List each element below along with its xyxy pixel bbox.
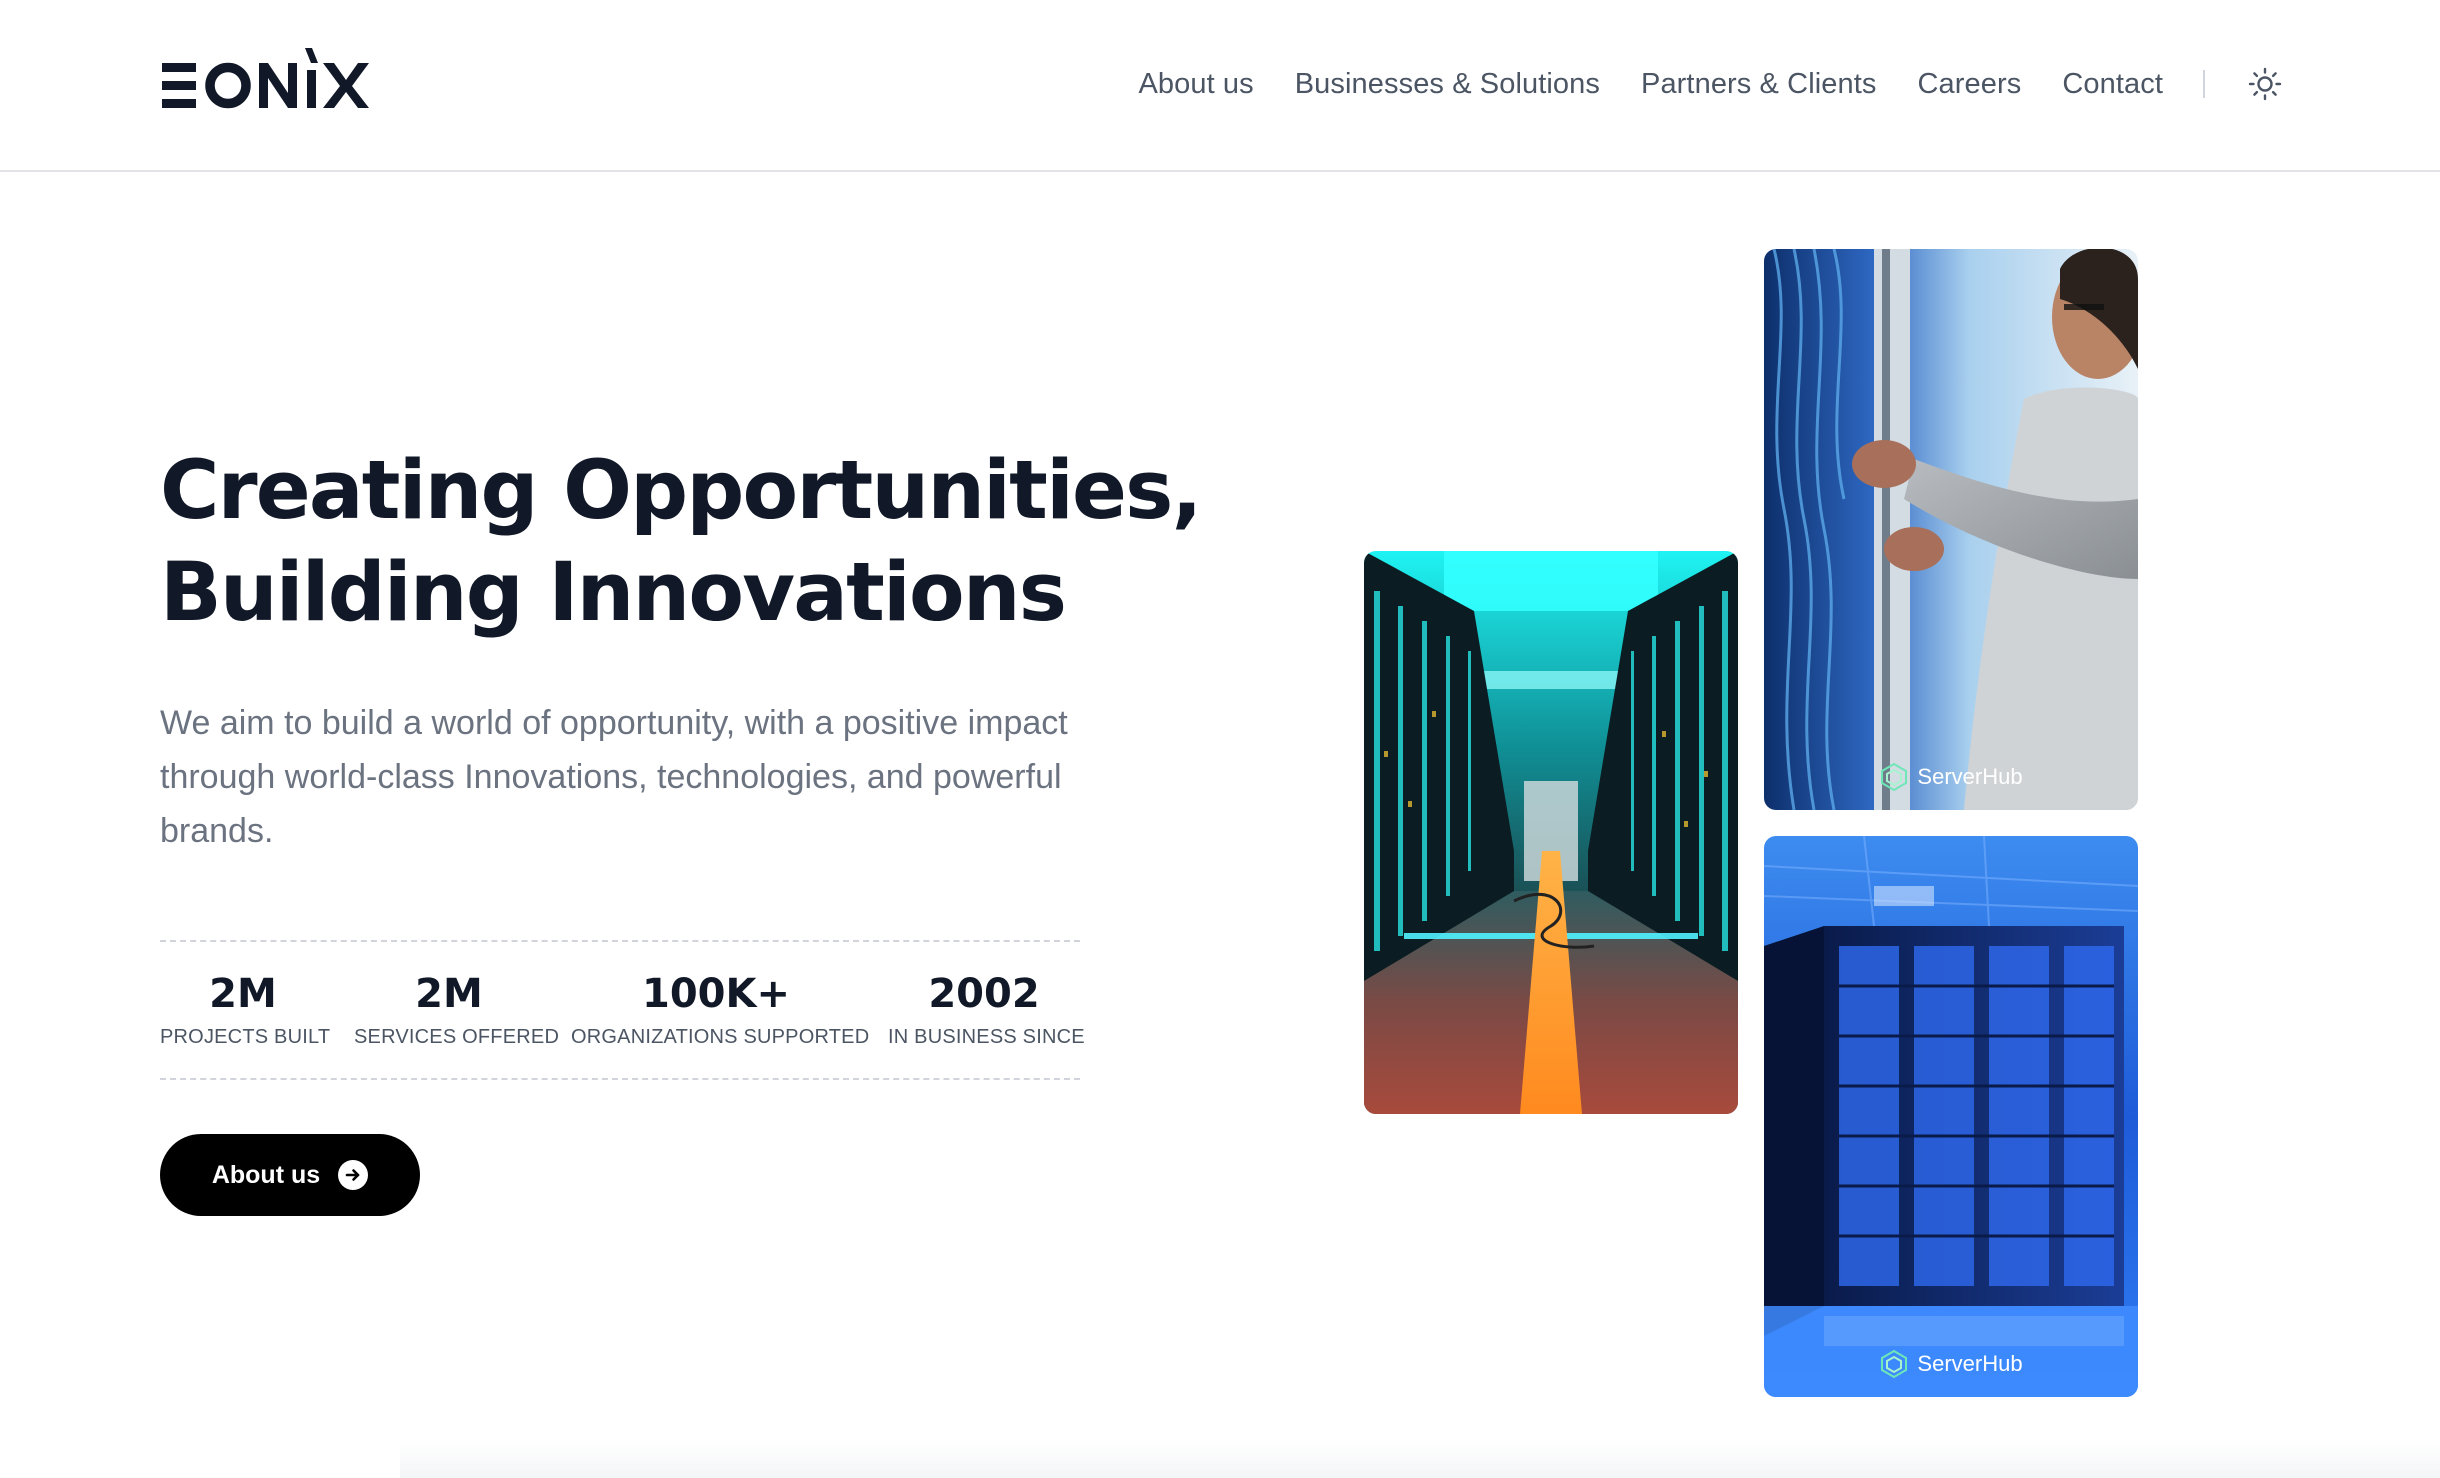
nav-careers[interactable]: Careers [1918, 68, 2022, 101]
hero-description: We aim to build a world of opportunity, … [160, 704, 1068, 850]
theme-toggle-button[interactable] [2245, 64, 2285, 104]
serverhub-watermark-text: ServerHub [1917, 764, 2023, 789]
arrow-right-circle-icon [338, 1160, 369, 1190]
nav-about-us[interactable]: About us [1138, 68, 1253, 101]
stats-bar: 2M PROJECTS BUILT 2M SERVICES OFFERED 10… [160, 940, 1085, 1080]
stat-label: ORGANIZATIONS SUPPORTED [571, 1026, 870, 1048]
sun-icon [2248, 67, 2282, 101]
serverhub-watermark-text: ServerHub [1917, 1351, 2023, 1376]
stat-label: SERVICES OFFERED [354, 1026, 560, 1048]
serverhub-watermark: ServerHub [1764, 762, 2138, 792]
main-nav: About us Businesses & Solutions Partners… [1138, 52, 2285, 116]
stat-services-offered: 2M SERVICES OFFERED [354, 970, 560, 1050]
hero-title-line-2: Building Innovations [160, 546, 1067, 640]
stat-organizations-supported: 100K+ ORGANIZATIONS SUPPORTED [571, 970, 870, 1050]
serverhub-logo-icon [1881, 762, 1908, 792]
stat-value: 2M [415, 971, 483, 1017]
technician-server-rack-image: ServerHub [1764, 249, 2138, 810]
stat-value: 2002 [928, 971, 1040, 1017]
site-header: About us Businesses & Solutions Partners… [0, 0, 2440, 172]
nav-businesses-solutions[interactable]: Businesses & Solutions [1295, 68, 1600, 101]
hero-title: Creating Opportunities, Building Innovat… [160, 440, 1202, 644]
stat-in-business-since: 2002 IN BUSINESS SINCE [888, 970, 1085, 1050]
about-us-button[interactable]: About us [160, 1134, 420, 1216]
hero-title-line-1: Creating Opportunities, [160, 444, 1202, 538]
serverhub-watermark: ServerHub [1764, 1349, 2138, 1379]
stat-value: 2M [209, 971, 277, 1017]
stat-projects-built: 2M PROJECTS BUILT [160, 970, 331, 1050]
eonix-logo[interactable] [160, 46, 392, 118]
stat-label: PROJECTS BUILT [160, 1026, 331, 1048]
data-center-corridor-image [1364, 551, 1738, 1114]
nav-partners-clients[interactable]: Partners & Clients [1641, 68, 1877, 101]
stat-value: 100K+ [641, 971, 790, 1017]
nav-divider [2203, 70, 2205, 98]
serverhub-logo-icon [1881, 1349, 1908, 1379]
blue-server-room-image: ServerHub [1764, 836, 2138, 1397]
about-us-button-label: About us [211, 1160, 321, 1189]
nav-contact[interactable]: Contact [2062, 68, 2163, 101]
stat-label: IN BUSINESS SINCE [888, 1026, 1085, 1048]
section-divider [400, 1440, 2440, 1478]
